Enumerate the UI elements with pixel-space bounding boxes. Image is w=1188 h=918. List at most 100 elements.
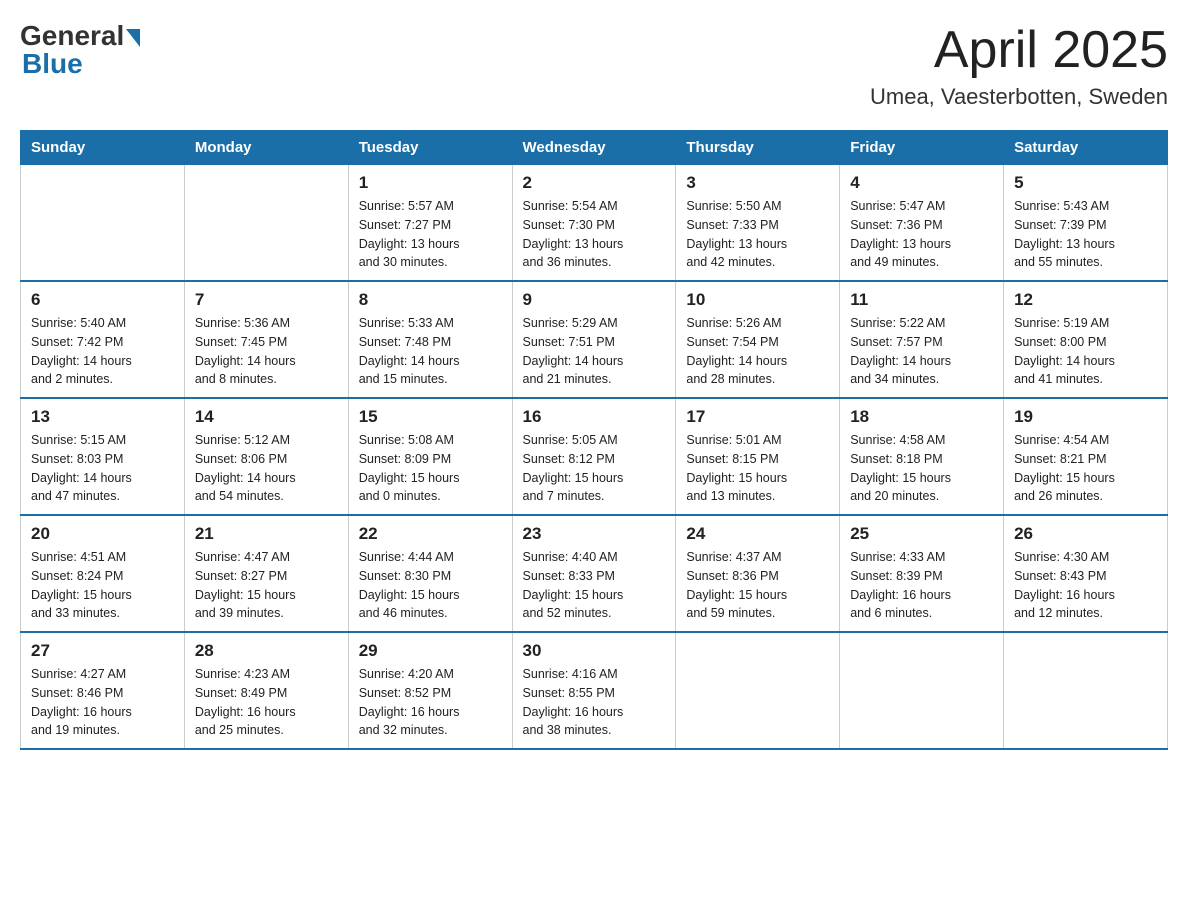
calendar-cell: 13 Sunrise: 5:15 AMSunset: 8:03 PMDayligh… <box>21 398 185 515</box>
day-number: 22 <box>359 524 502 544</box>
day-number: 7 <box>195 290 338 310</box>
day-info: Sunrise: 4:54 AMSunset: 8:21 PMDaylight:… <box>1014 431 1157 506</box>
day-number: 8 <box>359 290 502 310</box>
header-friday: Friday <box>840 131 1004 165</box>
day-number: 23 <box>523 524 666 544</box>
day-number: 21 <box>195 524 338 544</box>
calendar-cell <box>1004 632 1168 749</box>
calendar-cell: 14 Sunrise: 5:12 AMSunset: 8:06 PMDayligh… <box>184 398 348 515</box>
day-number: 13 <box>31 407 174 427</box>
day-info: Sunrise: 5:19 AMSunset: 8:00 PMDaylight:… <box>1014 314 1157 389</box>
day-number: 6 <box>31 290 174 310</box>
header-monday: Monday <box>184 131 348 165</box>
day-number: 26 <box>1014 524 1157 544</box>
day-info: Sunrise: 4:58 AMSunset: 8:18 PMDaylight:… <box>850 431 993 506</box>
title-block: April 2025 Umea, Vaesterbotten, Sweden <box>870 20 1168 110</box>
header-saturday: Saturday <box>1004 131 1168 165</box>
calendar-cell: 17Sunrise: 5:01 AMSunset: 8:15 PMDayligh… <box>676 398 840 515</box>
calendar-week-row: 1 Sunrise: 5:57 AMSunset: 7:27 PMDaylight… <box>21 165 1168 282</box>
day-info: Sunrise: 4:23 AMSunset: 8:49 PMDaylight:… <box>195 665 338 740</box>
day-info: Sunrise: 4:51 AMSunset: 8:24 PMDaylight:… <box>31 548 174 623</box>
day-info: Sunrise: 5:22 AMSunset: 7:57 PMDaylight:… <box>850 314 993 389</box>
header-sunday: Sunday <box>21 131 185 165</box>
calendar-cell: 5 Sunrise: 5:43 AMSunset: 7:39 PMDaylight… <box>1004 165 1168 282</box>
day-info: Sunrise: 5:43 AMSunset: 7:39 PMDaylight:… <box>1014 197 1157 272</box>
logo: General Blue <box>20 20 140 80</box>
calendar-title: April 2025 <box>870 20 1168 80</box>
calendar-cell: 20 Sunrise: 4:51 AMSunset: 8:24 PMDayligh… <box>21 515 185 632</box>
day-number: 29 <box>359 641 502 661</box>
calendar-cell: 30Sunrise: 4:16 AMSunset: 8:55 PMDayligh… <box>512 632 676 749</box>
calendar-cell: 12 Sunrise: 5:19 AMSunset: 8:00 PMDayligh… <box>1004 281 1168 398</box>
calendar-cell <box>21 165 185 282</box>
day-number: 1 <box>359 173 502 193</box>
day-number: 11 <box>850 290 993 310</box>
day-info: Sunrise: 4:30 AMSunset: 8:43 PMDaylight:… <box>1014 548 1157 623</box>
day-info: Sunrise: 5:33 AMSunset: 7:48 PMDaylight:… <box>359 314 502 389</box>
day-info: Sunrise: 4:40 AMSunset: 8:33 PMDaylight:… <box>523 548 666 623</box>
day-info: Sunrise: 5:15 AMSunset: 8:03 PMDaylight:… <box>31 431 174 506</box>
calendar-cell: 6 Sunrise: 5:40 AMSunset: 7:42 PMDaylight… <box>21 281 185 398</box>
day-number: 5 <box>1014 173 1157 193</box>
day-info: Sunrise: 5:47 AMSunset: 7:36 PMDaylight:… <box>850 197 993 272</box>
calendar-cell: 29 Sunrise: 4:20 AMSunset: 8:52 PMDayligh… <box>348 632 512 749</box>
calendar-cell: 4Sunrise: 5:47 AMSunset: 7:36 PMDaylight… <box>840 165 1004 282</box>
calendar-cell: 1 Sunrise: 5:57 AMSunset: 7:27 PMDaylight… <box>348 165 512 282</box>
day-number: 28 <box>195 641 338 661</box>
day-number: 9 <box>523 290 666 310</box>
calendar-table: SundayMondayTuesdayWednesdayThursdayFrid… <box>20 130 1168 750</box>
day-info: Sunrise: 4:47 AMSunset: 8:27 PMDaylight:… <box>195 548 338 623</box>
calendar-week-row: 27 Sunrise: 4:27 AMSunset: 8:46 PMDayligh… <box>21 632 1168 749</box>
day-info: Sunrise: 5:40 AMSunset: 7:42 PMDaylight:… <box>31 314 174 389</box>
day-number: 15 <box>359 407 502 427</box>
calendar-cell: 28 Sunrise: 4:23 AMSunset: 8:49 PMDayligh… <box>184 632 348 749</box>
day-number: 10 <box>686 290 829 310</box>
calendar-week-row: 13 Sunrise: 5:15 AMSunset: 8:03 PMDayligh… <box>21 398 1168 515</box>
day-number: 16 <box>523 407 666 427</box>
calendar-cell: 15Sunrise: 5:08 AMSunset: 8:09 PMDayligh… <box>348 398 512 515</box>
day-number: 20 <box>31 524 174 544</box>
calendar-cell: 24 Sunrise: 4:37 AMSunset: 8:36 PMDayligh… <box>676 515 840 632</box>
calendar-cell: 11 Sunrise: 5:22 AMSunset: 7:57 PMDayligh… <box>840 281 1004 398</box>
day-info: Sunrise: 5:29 AMSunset: 7:51 PMDaylight:… <box>523 314 666 389</box>
calendar-cell: 2Sunrise: 5:54 AMSunset: 7:30 PMDaylight… <box>512 165 676 282</box>
calendar-cell: 19 Sunrise: 4:54 AMSunset: 8:21 PMDayligh… <box>1004 398 1168 515</box>
calendar-cell: 25Sunrise: 4:33 AMSunset: 8:39 PMDayligh… <box>840 515 1004 632</box>
header-tuesday: Tuesday <box>348 131 512 165</box>
logo-blue-text: Blue <box>22 48 83 80</box>
calendar-week-row: 20 Sunrise: 4:51 AMSunset: 8:24 PMDayligh… <box>21 515 1168 632</box>
day-info: Sunrise: 5:54 AMSunset: 7:30 PMDaylight:… <box>523 197 666 272</box>
calendar-header-row: SundayMondayTuesdayWednesdayThursdayFrid… <box>21 131 1168 165</box>
calendar-cell: 26 Sunrise: 4:30 AMSunset: 8:43 PMDayligh… <box>1004 515 1168 632</box>
day-number: 3 <box>686 173 829 193</box>
day-info: Sunrise: 4:37 AMSunset: 8:36 PMDaylight:… <box>686 548 829 623</box>
calendar-week-row: 6 Sunrise: 5:40 AMSunset: 7:42 PMDaylight… <box>21 281 1168 398</box>
page-header: General Blue April 2025 Umea, Vaesterbot… <box>20 20 1168 110</box>
header-wednesday: Wednesday <box>512 131 676 165</box>
calendar-cell: 7 Sunrise: 5:36 AMSunset: 7:45 PMDaylight… <box>184 281 348 398</box>
day-info: Sunrise: 5:50 AMSunset: 7:33 PMDaylight:… <box>686 197 829 272</box>
day-number: 24 <box>686 524 829 544</box>
day-info: Sunrise: 5:26 AMSunset: 7:54 PMDaylight:… <box>686 314 829 389</box>
calendar-cell: 22Sunrise: 4:44 AMSunset: 8:30 PMDayligh… <box>348 515 512 632</box>
calendar-cell <box>184 165 348 282</box>
calendar-cell <box>840 632 1004 749</box>
day-info: Sunrise: 5:05 AMSunset: 8:12 PMDaylight:… <box>523 431 666 506</box>
day-info: Sunrise: 4:27 AMSunset: 8:46 PMDaylight:… <box>31 665 174 740</box>
day-number: 14 <box>195 407 338 427</box>
logo-arrow-icon <box>126 29 140 47</box>
calendar-cell: 3 Sunrise: 5:50 AMSunset: 7:33 PMDaylight… <box>676 165 840 282</box>
day-info: Sunrise: 4:33 AMSunset: 8:39 PMDaylight:… <box>850 548 993 623</box>
calendar-cell <box>676 632 840 749</box>
day-number: 27 <box>31 641 174 661</box>
calendar-subtitle: Umea, Vaesterbotten, Sweden <box>870 84 1168 110</box>
day-info: Sunrise: 5:57 AMSunset: 7:27 PMDaylight:… <box>359 197 502 272</box>
day-number: 19 <box>1014 407 1157 427</box>
day-info: Sunrise: 5:12 AMSunset: 8:06 PMDaylight:… <box>195 431 338 506</box>
day-number: 18 <box>850 407 993 427</box>
calendar-cell: 9 Sunrise: 5:29 AMSunset: 7:51 PMDaylight… <box>512 281 676 398</box>
day-info: Sunrise: 5:36 AMSunset: 7:45 PMDaylight:… <box>195 314 338 389</box>
calendar-cell: 8 Sunrise: 5:33 AMSunset: 7:48 PMDaylight… <box>348 281 512 398</box>
day-info: Sunrise: 4:20 AMSunset: 8:52 PMDaylight:… <box>359 665 502 740</box>
day-number: 12 <box>1014 290 1157 310</box>
